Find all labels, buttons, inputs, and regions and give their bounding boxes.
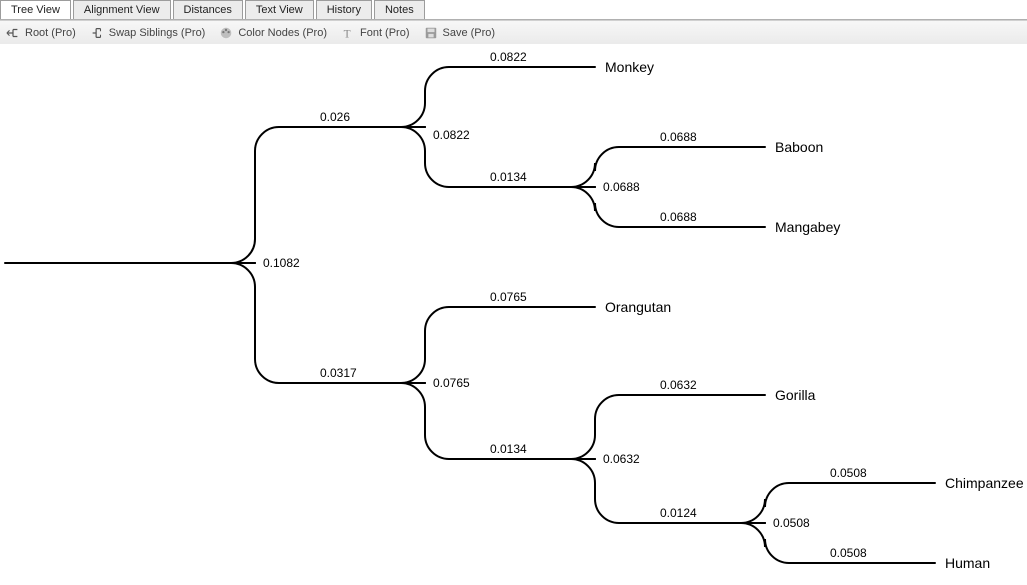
tab-label: Alignment View	[84, 4, 160, 16]
root-button[interactable]: Root (Pro)	[6, 26, 76, 40]
tab-label: History	[327, 4, 361, 16]
branch-length-label: 0.0822	[490, 50, 527, 64]
palette-icon	[219, 26, 233, 40]
tab-label: Notes	[385, 4, 414, 16]
leaf-label: Monkey	[605, 59, 654, 75]
toolbar: Root (Pro) Swap Siblings (Pro) Color Nod…	[0, 20, 1027, 46]
root-icon	[6, 26, 20, 40]
leaf-label: Mangabey	[775, 219, 840, 235]
tab-text-view[interactable]: Text View	[245, 0, 314, 19]
branch-length-label: 0.0134	[490, 170, 527, 184]
branch-length-label: 0.0688	[660, 130, 697, 144]
tab-distances[interactable]: Distances	[173, 0, 243, 19]
color-nodes-button[interactable]: Color Nodes (Pro)	[219, 26, 327, 40]
save-icon	[424, 26, 438, 40]
tab-label: Distances	[184, 4, 232, 16]
font-icon: T	[341, 26, 355, 40]
branch-length-label: 0.0508	[830, 466, 867, 480]
tab-bar: Tree View Alignment View Distances Text …	[0, 0, 1027, 19]
tab-label: Tree View	[11, 4, 60, 16]
save-button[interactable]: Save (Pro)	[424, 26, 496, 40]
branch-length-label: 0.0134	[490, 442, 527, 456]
root-button-label: Root (Pro)	[25, 27, 76, 39]
swap-siblings-button[interactable]: Swap Siblings (Pro)	[90, 26, 206, 40]
leaf-label: Human	[945, 555, 990, 571]
tab-notes[interactable]: Notes	[374, 0, 425, 19]
font-button[interactable]: T Font (Pro)	[341, 26, 410, 40]
internal-node-label: 0.0688	[603, 180, 640, 194]
branch-length-label: 0.0317	[320, 366, 357, 380]
leaf-label: Baboon	[775, 139, 823, 155]
tab-alignment-view[interactable]: Alignment View	[73, 0, 171, 19]
internal-node-label: 0.0508	[773, 516, 810, 530]
tree-canvas: 0.1082 0.026 0.0822 0.0822 Monkey 0.0134 0.068…	[0, 44, 1027, 585]
leaf-label: Gorilla	[775, 387, 816, 403]
branch-length-label: 0.0688	[660, 210, 697, 224]
leaf-label: Orangutan	[605, 299, 671, 315]
internal-node-label: 0.0765	[433, 376, 470, 390]
internal-node-label: 0.0632	[603, 452, 640, 466]
internal-node-label: 0.1082	[263, 256, 300, 270]
branch-length-label: 0.0765	[490, 290, 527, 304]
tab-label: Text View	[256, 4, 303, 16]
branch-length-label: 0.0508	[830, 546, 867, 560]
tab-history[interactable]: History	[316, 0, 372, 19]
branch-length-label: 0.0632	[660, 378, 697, 392]
swap-icon	[90, 26, 104, 40]
phylo-tree-svg: 0.1082 0.026 0.0822 0.0822 Monkey 0.0134 0.068…	[0, 44, 1027, 584]
swap-button-label: Swap Siblings (Pro)	[109, 27, 206, 39]
tab-tree-view[interactable]: Tree View	[0, 0, 71, 19]
font-button-label: Font (Pro)	[360, 27, 410, 39]
save-button-label: Save (Pro)	[443, 27, 496, 39]
internal-node-label: 0.0822	[433, 128, 470, 142]
branch-length-label: 0.026	[320, 110, 350, 124]
leaf-label: Chimpanzee	[945, 475, 1024, 491]
branch-length-label: 0.0124	[660, 506, 697, 520]
svg-text:T: T	[344, 28, 351, 40]
color-button-label: Color Nodes (Pro)	[238, 27, 327, 39]
